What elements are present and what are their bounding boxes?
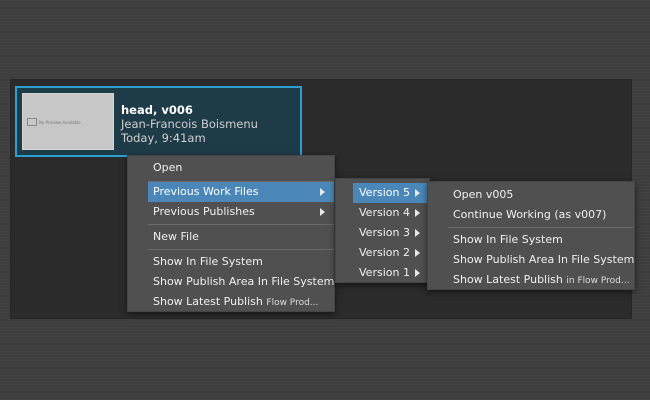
version-label: Version 2	[359, 246, 410, 259]
submenu-arrow-icon	[415, 229, 420, 237]
menu-item-previous-work-files[interactable]: Previous Work Files	[148, 182, 334, 202]
file-author: Jean-Francois Boismenu	[121, 117, 258, 131]
action-label: Show In File System	[453, 233, 563, 246]
file-title: head, v006	[121, 103, 193, 117]
action-suffix: in Flow Prod...	[566, 276, 630, 286]
menu-item-label: Show In File System	[153, 255, 263, 268]
file-thumbnail: No Preview Available	[22, 93, 114, 150]
submenu-arrow-icon	[320, 208, 325, 216]
version-label: Version 1	[359, 266, 410, 279]
version-item-2[interactable]: Version 2	[353, 243, 429, 263]
version-actions-submenu: Open v005 Continue Working (as v007) Sho…	[427, 181, 635, 290]
menu-separator	[148, 224, 334, 225]
version-label: Version 3	[359, 226, 410, 239]
action-show-in-file-system[interactable]: Show In File System	[428, 230, 634, 250]
menu-item-label: Previous Publishes	[153, 205, 255, 218]
action-open-version[interactable]: Open v005	[428, 185, 634, 205]
action-label: Continue Working (as v007)	[453, 208, 607, 221]
menu-item-label: Show Latest Publish	[153, 295, 263, 308]
file-date: Today, 9:41am	[121, 131, 206, 145]
action-show-publish-area[interactable]: Show Publish Area In File System	[428, 250, 634, 270]
submenu-arrow-icon	[415, 249, 420, 257]
menu-item-open[interactable]: Open	[128, 158, 334, 178]
menu-item-new-file[interactable]: New File	[128, 227, 334, 247]
menu-item-label: Show Publish Area In File System	[153, 275, 335, 288]
menu-item-suffix: Flow Prod...	[266, 298, 319, 308]
menu-separator	[448, 227, 634, 228]
file-card-details: head, v006 Jean-Francois Boismenu Today,…	[121, 103, 258, 145]
menu-item-show-latest-publish[interactable]: Show Latest Publish Flow Prod...	[128, 292, 334, 312]
submenu-arrow-icon	[415, 189, 420, 197]
submenu-arrow-icon	[415, 269, 420, 277]
menu-item-label: Previous Work Files	[153, 185, 259, 198]
version-item-5[interactable]: Version 5	[353, 183, 429, 203]
version-label: Version 4	[359, 206, 410, 219]
menu-item-show-publish-area[interactable]: Show Publish Area In File System	[128, 272, 334, 292]
menu-item-label: New File	[153, 230, 199, 243]
action-label: Show Latest Publish	[453, 273, 563, 286]
menu-separator	[148, 249, 334, 250]
version-item-1[interactable]: Version 1	[353, 263, 429, 283]
action-continue-working[interactable]: Continue Working (as v007)	[428, 205, 634, 225]
action-show-latest-publish[interactable]: Show Latest Publish in Flow Prod...	[428, 270, 634, 290]
submenu-arrow-icon	[320, 188, 325, 196]
file-card[interactable]: No Preview Available head, v006 Jean-Fra…	[15, 86, 302, 157]
thumbnail-label: No Preview Available	[39, 120, 81, 125]
action-label: Show Publish Area In File System	[453, 253, 635, 266]
menu-item-show-in-file-system[interactable]: Show In File System	[128, 252, 334, 272]
image-icon	[27, 118, 37, 126]
version-item-3[interactable]: Version 3	[353, 223, 429, 243]
submenu-arrow-icon	[415, 209, 420, 217]
version-item-4[interactable]: Version 4	[353, 203, 429, 223]
menu-item-previous-publishes[interactable]: Previous Publishes	[128, 202, 334, 222]
menu-item-label: Open	[153, 161, 183, 174]
action-label: Open v005	[453, 188, 514, 201]
version-submenu: Version 5 Version 4 Version 3 Version 2 …	[335, 178, 430, 283]
version-label: Version 5	[359, 186, 410, 199]
context-menu: Open Previous Work Files Previous Publis…	[127, 155, 335, 312]
